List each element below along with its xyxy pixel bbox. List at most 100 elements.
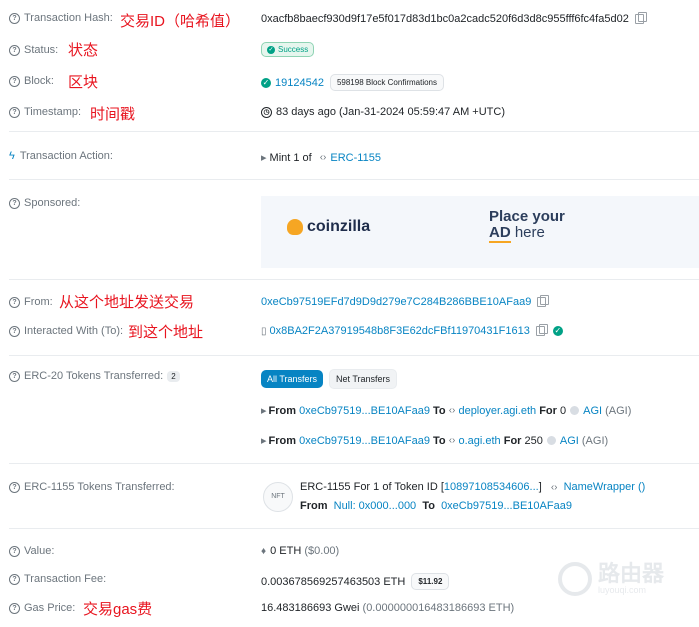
- contract-icon: ‹›: [448, 435, 456, 446]
- divider: [9, 279, 699, 280]
- agi-token-icon: [570, 406, 580, 415]
- help-icon[interactable]: ?: [9, 106, 20, 118]
- erc20-count-badge: 2: [167, 370, 180, 382]
- from-address-link[interactable]: 0xeCb97519EFd7d9D9d279e7C284B286BBE10AFa…: [261, 296, 531, 308]
- value-label: ? Value:: [9, 545, 54, 557]
- erc20-transfer-row: ▸ From 0xeCb97519...BE10AFaa9 To ‹› o.ag…: [261, 434, 609, 448]
- tab-net-transfers[interactable]: Net Transfers: [329, 369, 398, 389]
- contract-icon: ‹›: [550, 482, 558, 493]
- interacted-label: ? Interacted With (To):: [9, 325, 123, 337]
- watermark-sub: luyouqi.com: [598, 585, 647, 595]
- value-value: ♦ 0 ETH ($0.00): [261, 545, 340, 557]
- copy-icon[interactable]: [535, 324, 548, 336]
- divider: [9, 528, 699, 529]
- help-icon[interactable]: ?: [9, 481, 20, 493]
- verified-icon: ✓: [552, 326, 563, 336]
- erc20-tabs: All Transfers Net Transfers: [261, 369, 398, 389]
- to-value: ▯ 0x8BA2F2A37919548b8F3E62dcFBf11970431F…: [261, 324, 567, 337]
- timestamp-annotation: 时间戳: [90, 106, 136, 123]
- help-icon[interactable]: ?: [9, 44, 20, 56]
- check-circle-icon: ✓: [261, 77, 271, 88]
- transfer-from-link[interactable]: 0xeCb97519...BE10AFaa9: [299, 405, 430, 417]
- tx-fee-value: 0.003678569257463503 ETH $11.92: [261, 573, 450, 590]
- gas-price-value: 16.483186693 Gwei (0.000000016483186693 …: [261, 602, 515, 614]
- interacted-annotation: 到这个地址: [128, 324, 204, 341]
- ad-text-line1: Place your: [489, 208, 565, 225]
- help-icon[interactable]: ?: [9, 75, 20, 87]
- sponsored-label: ? Sponsored:: [9, 197, 80, 209]
- ad-text: Place your AD here: [489, 208, 565, 243]
- erc1155-line1: ERC-1155 For 1 of Token ID [108971085346…: [300, 481, 646, 493]
- help-icon[interactable]: ?: [9, 197, 20, 209]
- from-label: ? From:: [9, 296, 53, 308]
- clock-icon: ◷: [261, 106, 272, 118]
- erc1155-from-link[interactable]: Null: 0x000...000: [334, 500, 417, 512]
- watermark: 路由器 luyouqi.com: [558, 562, 664, 596]
- transfer-from-link[interactable]: 0xeCb97519...BE10AFaa9: [299, 435, 430, 447]
- help-icon[interactable]: ?: [9, 325, 20, 337]
- token-id-link[interactable]: 10897108534606...: [444, 481, 539, 493]
- file-icon: ▯: [261, 325, 267, 337]
- erc1155-line2: From Null: 0x000...000 To 0xeCb97519...B…: [300, 500, 572, 512]
- ad-text-line2: AD here: [489, 224, 545, 243]
- tx-fee-label: ? Transaction Fee:: [9, 573, 106, 585]
- divider: [9, 355, 699, 356]
- status-badge: ✓ Success: [261, 42, 315, 57]
- block-label: ? Block:: [9, 75, 54, 87]
- copy-icon[interactable]: [634, 12, 647, 24]
- transfer-to-link[interactable]: o.agi.eth: [458, 435, 500, 447]
- erc20-label: ? ERC-20 Tokens Transferred: 2: [9, 370, 180, 382]
- timestamp-value: ◷ 83 days ago (Jan-31-2024 05:59:47 AM +…: [261, 106, 505, 118]
- status-annotation: 状态: [68, 42, 99, 59]
- erc1155-link[interactable]: ERC-1155: [330, 152, 381, 164]
- block-confirmations-badge: 598198 Block Confirmations: [329, 74, 445, 91]
- help-icon[interactable]: ?: [9, 12, 20, 24]
- divider: [9, 131, 699, 132]
- from-value: 0xeCb97519EFd7d9D9d279e7C284B286BBE10AFa…: [261, 295, 550, 308]
- token-icon: ‹›: [319, 152, 327, 163]
- divider: [9, 179, 699, 180]
- tab-all-transfers[interactable]: All Transfers: [261, 370, 324, 388]
- chevron-right-icon: ▸: [261, 152, 267, 164]
- sponsored-ad-banner[interactable]: coinzilla Place your AD here: [261, 196, 699, 268]
- help-icon[interactable]: ?: [9, 296, 20, 308]
- help-icon[interactable]: ?: [9, 602, 20, 614]
- to-address-link[interactable]: 0x8BA2F2A37919548b8F3E62dcFBf11970431F16…: [270, 325, 530, 337]
- block-number-link[interactable]: 19124542: [275, 77, 324, 89]
- watermark-title: 路由器: [598, 561, 665, 586]
- namewrapper-link[interactable]: NameWrapper (): [564, 481, 646, 493]
- watermark-logo-icon: [558, 562, 592, 596]
- status-label: ? Status:: [9, 44, 58, 56]
- tx-action-value: ▸ Mint 1 of ‹› ERC-1155: [261, 151, 381, 165]
- eth-icon: ♦: [261, 545, 267, 557]
- timestamp-label: ? Timestamp:: [9, 106, 81, 118]
- tx-hash-label: ? Transaction Hash:: [9, 12, 113, 24]
- token-link[interactable]: AGI: [560, 435, 579, 447]
- token-link[interactable]: AGI: [583, 405, 602, 417]
- divider: [9, 463, 699, 464]
- block-annotation: 区块: [68, 74, 99, 91]
- nft-icon: NFT: [263, 482, 293, 512]
- gas-price-annotation: 交易gas费: [83, 601, 153, 618]
- erc1155-to-link[interactable]: 0xeCb97519...BE10AFaa9: [441, 500, 572, 512]
- coinzilla-logo: coinzilla: [287, 218, 370, 236]
- erc20-transfer-row: ▸ From 0xeCb97519...BE10AFaa9 To ‹› depl…: [261, 404, 632, 418]
- from-annotation: 从这个地址发送交易: [59, 294, 195, 311]
- help-icon[interactable]: ?: [9, 370, 20, 382]
- gas-price-label: ? Gas Price:: [9, 602, 75, 614]
- contract-icon: ‹›: [448, 405, 456, 416]
- fee-usd-badge: $11.92: [411, 573, 450, 590]
- chevron-right-icon: ▸: [261, 405, 267, 417]
- transfer-to-link[interactable]: deployer.agi.eth: [458, 405, 536, 417]
- coinzilla-icon: [287, 219, 303, 235]
- erc1155-label: ? ERC-1155 Tokens Transferred:: [9, 481, 175, 493]
- help-icon[interactable]: ?: [9, 573, 20, 585]
- lightning-icon: ϟ: [9, 150, 15, 162]
- block-value: ✓ 19124542 598198 Block Confirmations: [261, 74, 445, 91]
- copy-icon[interactable]: [537, 295, 550, 307]
- chevron-right-icon: ▸: [261, 435, 267, 447]
- status-value: ✓ Success: [261, 42, 315, 57]
- help-icon[interactable]: ?: [9, 545, 20, 557]
- tx-action-label: ϟ Transaction Action:: [9, 150, 113, 162]
- agi-token-icon: [546, 436, 556, 445]
